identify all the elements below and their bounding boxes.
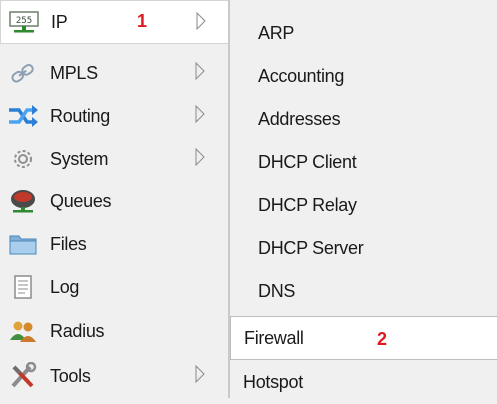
- submenu-item-label: DHCP Server: [258, 237, 364, 258]
- svg-text:255: 255: [16, 16, 32, 26]
- routing-icon: [7, 102, 39, 130]
- queues-icon: [7, 187, 39, 215]
- step-annotation-1: 1: [137, 11, 148, 31]
- menu-item-tools[interactable]: Tools: [0, 354, 228, 398]
- users-icon: [7, 317, 39, 345]
- submenu-item-label: Accounting: [258, 65, 345, 86]
- menu-item-log[interactable]: Log: [0, 265, 228, 309]
- ip-address-icon: 255: [8, 8, 40, 36]
- menu-item-label: Queues: [50, 190, 112, 211]
- submenu-item-accounting[interactable]: Accounting: [230, 54, 497, 98]
- menu-item-label: MPLS: [50, 62, 98, 83]
- submenu-item-label: DHCP Client: [258, 151, 357, 172]
- menu-item-queues[interactable]: Queues: [0, 179, 228, 223]
- submenu-item-label: Hotspot: [243, 371, 303, 392]
- menu-item-label: Tools: [50, 365, 91, 386]
- menu-item-label: Radius: [50, 320, 105, 341]
- folder-icon: [7, 230, 39, 258]
- submenu-arrow-icon: [196, 12, 206, 30]
- submenu-item-dhcp-server[interactable]: DHCP Server: [230, 226, 497, 270]
- submenu-item-label: Firewall: [244, 327, 304, 348]
- ip-submenu: ARP Accounting Addresses DHCP Client DHC…: [230, 0, 497, 398]
- submenu-item-dhcp-relay[interactable]: DHCP Relay: [230, 183, 497, 227]
- menu-item-label: System: [50, 148, 109, 169]
- menu-item-ip[interactable]: 255 IP 1: [0, 0, 228, 44]
- submenu-item-dhcp-client[interactable]: DHCP Client: [230, 140, 497, 184]
- menu-item-radius[interactable]: Radius: [0, 309, 228, 353]
- main-menu: 255 IP 1 MPLS Routing System Queues File…: [0, 0, 228, 398]
- submenu-item-label: DNS: [258, 280, 296, 301]
- tools-icon: [7, 362, 39, 390]
- menu-item-mpls[interactable]: MPLS: [0, 51, 228, 95]
- submenu-arrow-icon: [195, 105, 205, 123]
- submenu-item-dns[interactable]: DNS: [230, 269, 497, 313]
- submenu-item-firewall[interactable]: Firewall 2: [230, 316, 497, 360]
- menu-item-routing[interactable]: Routing: [0, 94, 228, 138]
- step-annotation-2: 2: [377, 329, 388, 349]
- menu-item-label: Files: [50, 233, 87, 254]
- mpls-icon: [7, 59, 39, 87]
- gear-icon: [7, 145, 39, 173]
- submenu-item-hotspot[interactable]: Hotspot: [230, 360, 497, 404]
- menu-item-label: Routing: [50, 105, 110, 126]
- menu-item-system[interactable]: System: [0, 137, 228, 181]
- menu-item-files[interactable]: Files: [0, 222, 228, 266]
- submenu-item-label: Addresses: [258, 108, 341, 129]
- submenu-item-addresses[interactable]: Addresses: [230, 97, 497, 141]
- submenu-arrow-icon: [195, 148, 205, 166]
- submenu-arrow-icon: [195, 62, 205, 80]
- menu-item-label: IP: [51, 11, 68, 32]
- log-icon: [7, 273, 39, 301]
- submenu-item-label: DHCP Relay: [258, 194, 357, 215]
- submenu-item-label: ARP: [258, 22, 295, 43]
- submenu-item-arp[interactable]: ARP: [230, 11, 497, 55]
- menu-item-label: Log: [50, 276, 80, 297]
- submenu-arrow-icon: [195, 365, 205, 383]
